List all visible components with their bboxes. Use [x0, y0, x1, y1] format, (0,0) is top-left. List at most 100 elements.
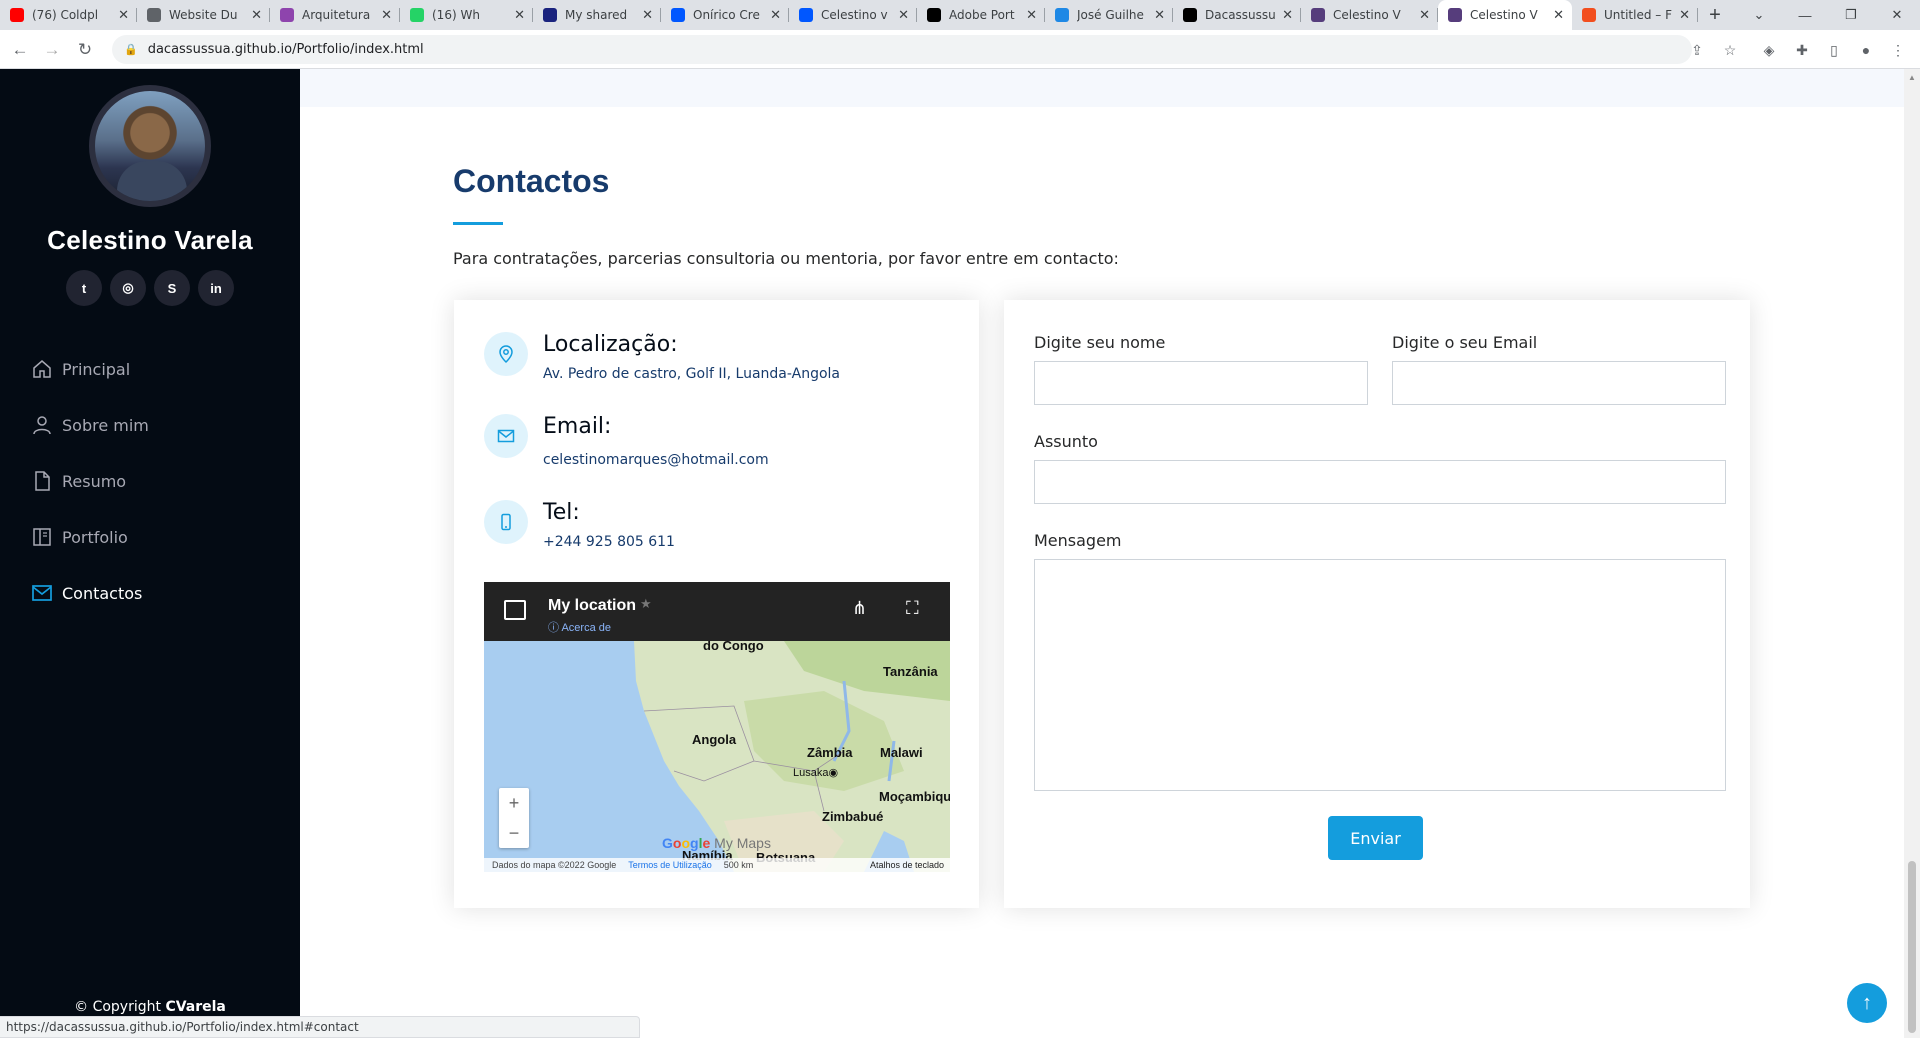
email-label: Digite o seu Email [1392, 333, 1538, 352]
browser-tab[interactable]: Dacassussu ✕ [1173, 0, 1301, 30]
scrollbar-thumb[interactable] [1908, 861, 1916, 1033]
tab-title: My shared [565, 8, 628, 22]
browser-tab[interactable]: Arquitetura ✕ [270, 0, 400, 30]
avatar [89, 85, 211, 207]
tab-title: Onírico Cre [693, 8, 760, 22]
new-tab-icon[interactable]: + [1698, 0, 1732, 30]
tab-favicon-icon [671, 8, 685, 22]
map-scale: 500 km [723, 860, 754, 870]
map-label-angola: Angola [692, 732, 737, 747]
zoom-in-button[interactable]: + [499, 788, 529, 818]
map-terms-link[interactable]: Termos de Utilização [628, 860, 712, 870]
zoom-out-button[interactable]: − [499, 818, 529, 848]
page-scrollbar[interactable]: ▲ [1904, 69, 1920, 1038]
puzzle-icon[interactable]: ✚ [1790, 38, 1814, 62]
browser-tab[interactable]: Celestino v ✕ [789, 0, 917, 30]
restore-icon[interactable]: ❐ [1828, 0, 1874, 30]
menu-icon[interactable]: ⋮ [1886, 38, 1910, 62]
embedded-map[interactable]: My location ★ ⓘ Acerca de ⋔ ⛶ do Congo T [484, 582, 950, 872]
submit-button[interactable]: Enviar [1328, 816, 1423, 860]
tab-favicon-icon [1448, 8, 1462, 22]
name-label: Digite seu nome [1034, 333, 1166, 352]
sidebar-item-resumo[interactable]: Resumo [30, 453, 290, 509]
tab-title: Dacassussu [1205, 8, 1276, 22]
contact-form-card: Digite seu nome Digite o seu Email Assun… [1004, 300, 1750, 908]
minimize-icon[interactable]: — [1782, 0, 1828, 30]
skype-icon[interactable]: S [154, 270, 190, 306]
forward-icon[interactable]: → [40, 38, 64, 62]
email-input[interactable] [1392, 361, 1726, 405]
tab-close-icon[interactable]: ✕ [1282, 8, 1293, 23]
map-fullscreen-icon[interactable]: ⛶ [906, 598, 919, 619]
scroll-up-icon[interactable]: ▲ [1908, 73, 1916, 82]
tab-close-icon[interactable]: ✕ [770, 8, 781, 23]
browser-tab[interactable]: José Guilhe ✕ [1045, 0, 1173, 30]
twitter-icon[interactable]: t [66, 270, 102, 306]
back-icon[interactable]: ← [8, 38, 32, 62]
email-value[interactable]: celestinomarques@hotmail.com [543, 452, 769, 468]
browser-tab-strip: (76) Coldpl ✕ Website Du ✕ Arquitetura ✕ (16) … [0, 0, 1920, 30]
name-input[interactable] [1034, 361, 1368, 405]
share-icon[interactable]: ⇪ [1685, 38, 1709, 62]
map-label-lusaka: Lusaka◉ [793, 767, 839, 779]
browser-tab[interactable]: Adobe Port ✕ [917, 0, 1045, 30]
bookmark-star-icon[interactable]: ☆ [1718, 38, 1742, 62]
tab-title: Celestino V [1470, 8, 1538, 22]
home-icon [30, 357, 54, 381]
browser-tab[interactable]: (16) Wh ✕ [400, 0, 533, 30]
message-textarea[interactable] [1034, 559, 1726, 791]
map-subtitle-text: Acerca de [561, 622, 611, 634]
tab-title: Celestino v [821, 8, 888, 22]
profile-icon[interactable]: ● [1854, 38, 1878, 62]
tab-close-icon[interactable]: ✕ [1026, 8, 1037, 23]
person-icon [30, 413, 54, 437]
close-window-icon[interactable]: ✕ [1874, 0, 1920, 30]
map-legend-toggle-icon[interactable] [504, 600, 526, 620]
tab-close-icon[interactable]: ✕ [642, 8, 653, 23]
address-bar[interactable]: 🔒 dacassussua.github.io/Portfolio/index.… [112, 35, 1692, 64]
sidebar-item-contactos[interactable]: Contactos [30, 565, 290, 621]
sidebar-nav: Principal Sobre mim Resumo Portfolio Contact… [30, 341, 290, 621]
title-underline [453, 222, 503, 225]
tab-title: Arquitetura [302, 8, 371, 22]
map-share-icon[interactable]: ⋔ [852, 598, 867, 619]
instagram-icon[interactable]: ◎ [110, 270, 146, 306]
side-panel-icon[interactable]: ▯ [1822, 38, 1846, 62]
sidebar-item-portfolio[interactable]: Portfolio [30, 509, 290, 565]
map-star-icon[interactable]: ★ [640, 596, 652, 612]
browser-tab[interactable]: Onírico Cre ✕ [661, 0, 789, 30]
tab-close-icon[interactable]: ✕ [1679, 8, 1690, 23]
sidebar-item-principal[interactable]: Principal [30, 341, 290, 397]
browser-tab[interactable]: (76) Coldpl ✕ [0, 0, 137, 30]
browser-tab[interactable]: Celestino V ✕ [1301, 0, 1438, 30]
tab-close-icon[interactable]: ✕ [251, 8, 262, 23]
subject-input[interactable] [1034, 460, 1726, 504]
file-icon [30, 469, 54, 493]
phone-value[interactable]: +244 925 805 611 [543, 534, 675, 550]
extension-icon[interactable]: ◈ [1757, 38, 1781, 62]
sidebar-item-sobre-mim[interactable]: Sobre mim [30, 397, 290, 453]
sidebar-item-label: Resumo [62, 471, 127, 491]
tab-close-icon[interactable]: ✕ [898, 8, 909, 23]
tab-close-icon[interactable]: ✕ [1154, 8, 1165, 23]
reload-icon[interactable]: ↻ [73, 38, 97, 62]
tab-close-icon[interactable]: ✕ [118, 8, 129, 23]
tab-title: Untitled – F [1604, 8, 1672, 22]
tab-search-icon[interactable]: ⌄ [1736, 0, 1782, 30]
url-text: dacassussua.github.io/Portfolio/index.ht… [147, 42, 424, 57]
browser-tab[interactable]: Untitled – F ✕ [1572, 0, 1698, 30]
tab-close-icon[interactable]: ✕ [1553, 8, 1564, 23]
tab-close-icon[interactable]: ✕ [1419, 8, 1430, 23]
back-to-top-button[interactable]: ↑ [1847, 983, 1887, 1023]
tab-close-icon[interactable]: ✕ [381, 8, 392, 23]
tab-close-icon[interactable]: ✕ [514, 8, 525, 23]
map-subtitle[interactable]: ⓘ Acerca de [548, 619, 611, 635]
browser-tab[interactable]: My shared ✕ [533, 0, 661, 30]
map-shortcuts-link[interactable]: Atalhos de teclado [870, 860, 944, 870]
browser-tab[interactable]: Celestino V ✕ [1438, 0, 1572, 30]
linkedin-icon[interactable]: in [198, 270, 234, 306]
browser-tab[interactable]: Website Du ✕ [137, 0, 270, 30]
book-icon [30, 525, 54, 549]
profile-name: Celestino Varela [47, 225, 253, 255]
location-value: Av. Pedro de castro, Golf II, Luanda-Ang… [543, 366, 840, 382]
